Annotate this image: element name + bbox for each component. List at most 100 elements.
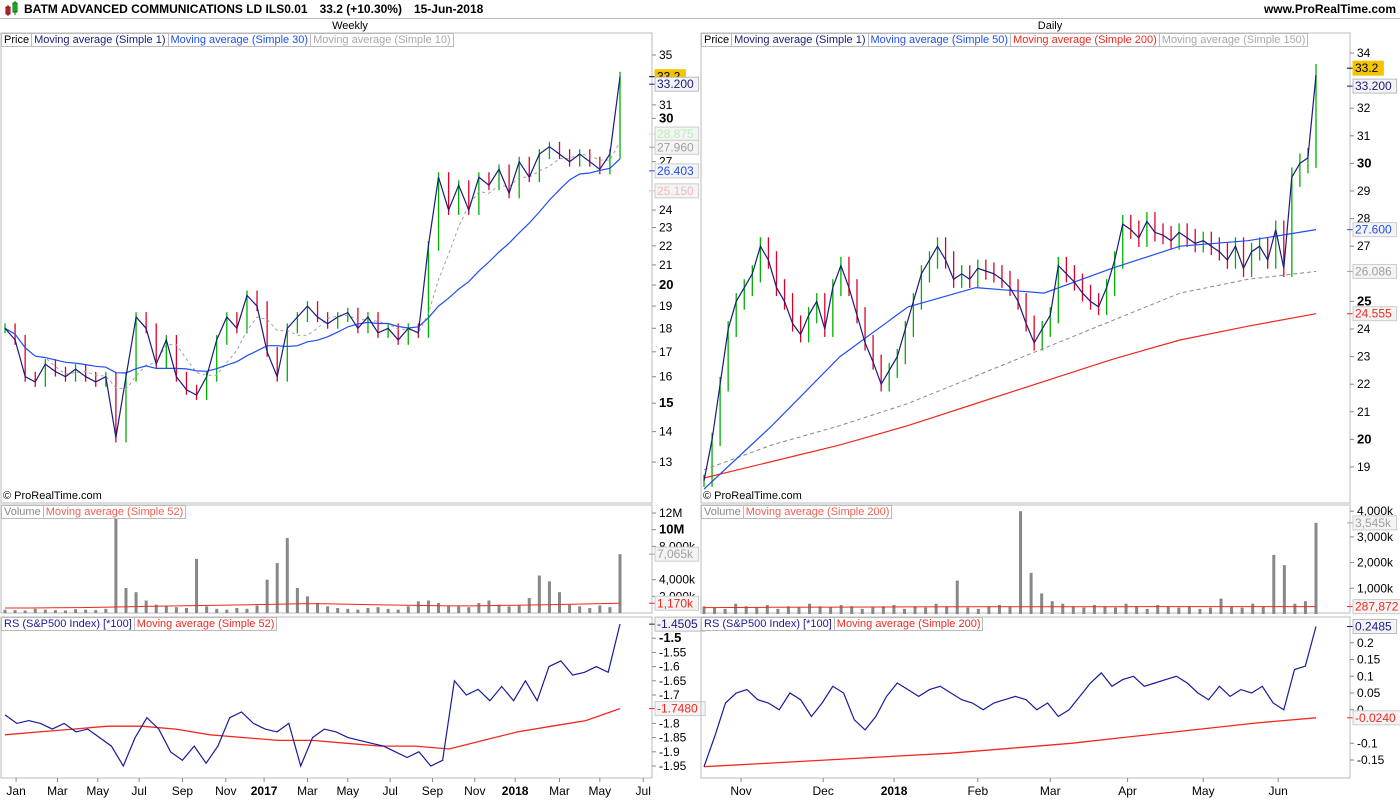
daily-rs-badge-label: -0.0240 bbox=[1355, 711, 1396, 725]
weekly-volume-bar bbox=[598, 605, 602, 613]
weekly-price-tick-label: 23 bbox=[659, 221, 673, 235]
weekly-rs-tick-label: -1.55 bbox=[659, 645, 687, 659]
daily-volume-bar bbox=[945, 606, 949, 614]
weekly-volume-bar bbox=[195, 558, 199, 613]
weekly-price-legend[interactable]: Price Moving average (Simple 1) Moving a… bbox=[1, 33, 454, 47]
weekly-volume-bar bbox=[396, 609, 400, 613]
daily-price-badge-label: 33.2 bbox=[1355, 61, 1379, 75]
legend-volume-ma[interactable]: Moving average (Simple 52) bbox=[44, 506, 186, 518]
legend-rs[interactable]: RS (S&P500 Index) [*100] bbox=[702, 618, 835, 630]
charts-canvas[interactable]: 35 31 30 27 24 23 22 21 20 19 18 17 16 15 14 13 33.2 33.2… bbox=[0, 0, 1400, 800]
ma10-line bbox=[4, 141, 621, 390]
legend-ma150[interactable]: Moving average (Simple 150) bbox=[1160, 34, 1308, 46]
weekly-price-tick-label: 22 bbox=[659, 239, 673, 253]
weekly-price-tick-label: 20 bbox=[659, 277, 673, 292]
weekly-volume-ma-line bbox=[5, 602, 621, 609]
legend-volume[interactable]: Volume bbox=[702, 506, 744, 518]
weekly-rs-tick-label: -1.5 bbox=[659, 630, 681, 645]
daily-volume-bar bbox=[934, 603, 938, 614]
daily-price-legend[interactable]: Price Moving average (Simple 1) Moving a… bbox=[701, 33, 1309, 47]
daily-volume-bar bbox=[1029, 572, 1033, 614]
weekly-price-badge-label: 27.960 bbox=[657, 140, 694, 154]
legend-volume-ma[interactable]: Moving average (Simple 200) bbox=[744, 506, 892, 518]
daily-rs-tick-label: 0.1 bbox=[1357, 669, 1374, 683]
weekly-rs-badge-label: -1.4505 bbox=[657, 617, 698, 631]
daily-volume-legend[interactable]: Volume Moving average (Simple 200) bbox=[701, 505, 893, 519]
daily-price-tick-label: 20 bbox=[1357, 431, 1371, 446]
weekly-rs-tick-label: -1.85 bbox=[659, 731, 687, 745]
weekly-volume-bar bbox=[114, 513, 118, 613]
daily-x-label: Dec bbox=[813, 784, 834, 798]
weekly-volume-bar bbox=[578, 606, 582, 613]
weekly-price-tick-label: 24 bbox=[659, 203, 673, 217]
weekly-volume-badge-label: 7,065k bbox=[657, 547, 694, 561]
weekly-volume-bar bbox=[235, 608, 239, 613]
daily-volume-bar bbox=[1040, 593, 1044, 614]
daily-volume-bar bbox=[1261, 606, 1265, 614]
weekly-volume-bar bbox=[275, 563, 279, 613]
weekly-volume-bar bbox=[537, 575, 541, 613]
daily-price-tick-label: 19 bbox=[1357, 460, 1371, 474]
weekly-volume-bar bbox=[305, 596, 309, 613]
daily-rs-badge-label: 0.2485 bbox=[1355, 620, 1392, 634]
daily-x-label: May bbox=[1192, 784, 1215, 798]
daily-volume-bar bbox=[1240, 607, 1244, 614]
daily-volume-bar bbox=[755, 607, 759, 614]
daily-volume-bar bbox=[1103, 606, 1107, 614]
legend-ma1[interactable]: Moving average (Simple 1) bbox=[32, 34, 169, 46]
legend-price[interactable]: Price bbox=[702, 34, 733, 46]
daily-volume-bar bbox=[1124, 603, 1128, 614]
weekly-volume-bar bbox=[416, 601, 420, 613]
daily-price-tick-label: 24 bbox=[1357, 322, 1371, 336]
weekly-volume-bar bbox=[517, 605, 521, 613]
daily-price-tick-label: 34 bbox=[1357, 46, 1371, 60]
legend-volume[interactable]: Volume bbox=[2, 506, 44, 518]
daily-volume-bar bbox=[987, 606, 991, 614]
legend-rs[interactable]: RS (S&P500 Index) [*100] bbox=[2, 618, 135, 630]
ma50-line bbox=[703, 229, 1317, 490]
daily-volume-bar bbox=[1198, 608, 1202, 614]
weekly-volume-bar bbox=[13, 610, 17, 613]
weekly-volume-bar bbox=[376, 607, 380, 613]
ma200-line bbox=[703, 313, 1317, 479]
legend-ma10[interactable]: Moving average (Simple 10) bbox=[311, 34, 453, 46]
weekly-volume-bar bbox=[245, 608, 249, 613]
weekly-volume-bar bbox=[527, 598, 531, 613]
legend-price[interactable]: Price bbox=[2, 34, 33, 46]
daily-price-tick-label: 32 bbox=[1357, 101, 1371, 115]
weekly-rs-legend[interactable]: RS (S&P500 Index) [*100] Moving average … bbox=[1, 617, 278, 631]
daily-volume-bar bbox=[1008, 606, 1012, 614]
daily-price-tick-label: 23 bbox=[1357, 350, 1371, 364]
legend-ma30[interactable]: Moving average (Simple 30) bbox=[169, 34, 312, 46]
weekly-rs-tick-label: -1.8 bbox=[659, 716, 680, 730]
daily-x-label: Mar bbox=[1040, 784, 1061, 798]
weekly-rs-panel bbox=[0, 616, 653, 779]
daily-volume-bar bbox=[955, 580, 959, 614]
daily-volume-bar bbox=[1071, 606, 1075, 614]
weekly-price-badge-label: 33.200 bbox=[657, 77, 694, 91]
legend-ma1[interactable]: Moving average (Simple 1) bbox=[732, 34, 869, 46]
weekly-volume-bar bbox=[618, 554, 622, 613]
daily-rs-tick-label: -0.15 bbox=[1357, 753, 1385, 767]
weekly-volume-legend[interactable]: Volume Moving average (Simple 52) bbox=[1, 505, 187, 519]
weekly-price-tick-label: 35 bbox=[659, 48, 673, 62]
daily-volume-bar bbox=[860, 608, 864, 614]
legend-ma200[interactable]: Moving average (Simple 200) bbox=[1011, 34, 1160, 46]
weekly-volume-badge-label: 1,170k bbox=[657, 596, 694, 610]
legend-rs-ma[interactable]: Moving average (Simple 200) bbox=[835, 618, 983, 630]
daily-volume-bar bbox=[871, 607, 875, 614]
weekly-x-label: Sep bbox=[172, 784, 194, 798]
daily-volume-bar bbox=[1082, 607, 1086, 614]
legend-ma50[interactable]: Moving average (Simple 50) bbox=[869, 34, 1012, 46]
daily-rs-legend[interactable]: RS (S&P500 Index) [*100] Moving average … bbox=[701, 617, 984, 631]
weekly-x-label: Sep bbox=[422, 784, 444, 798]
daily-volume-tick-label: 2,000k bbox=[1357, 556, 1394, 570]
daily-volume-bar bbox=[1145, 608, 1149, 614]
ma150-line bbox=[703, 270, 1317, 471]
weekly-volume-bar bbox=[316, 603, 320, 613]
daily-price-tick-label: 27 bbox=[1357, 239, 1371, 253]
daily-price-badge-label: 33.200 bbox=[1355, 79, 1392, 93]
legend-rs-ma[interactable]: Moving average (Simple 52) bbox=[135, 618, 277, 630]
weekly-rs-tick-label: -1.6 bbox=[659, 660, 680, 674]
weekly-volume-bar bbox=[346, 608, 350, 613]
